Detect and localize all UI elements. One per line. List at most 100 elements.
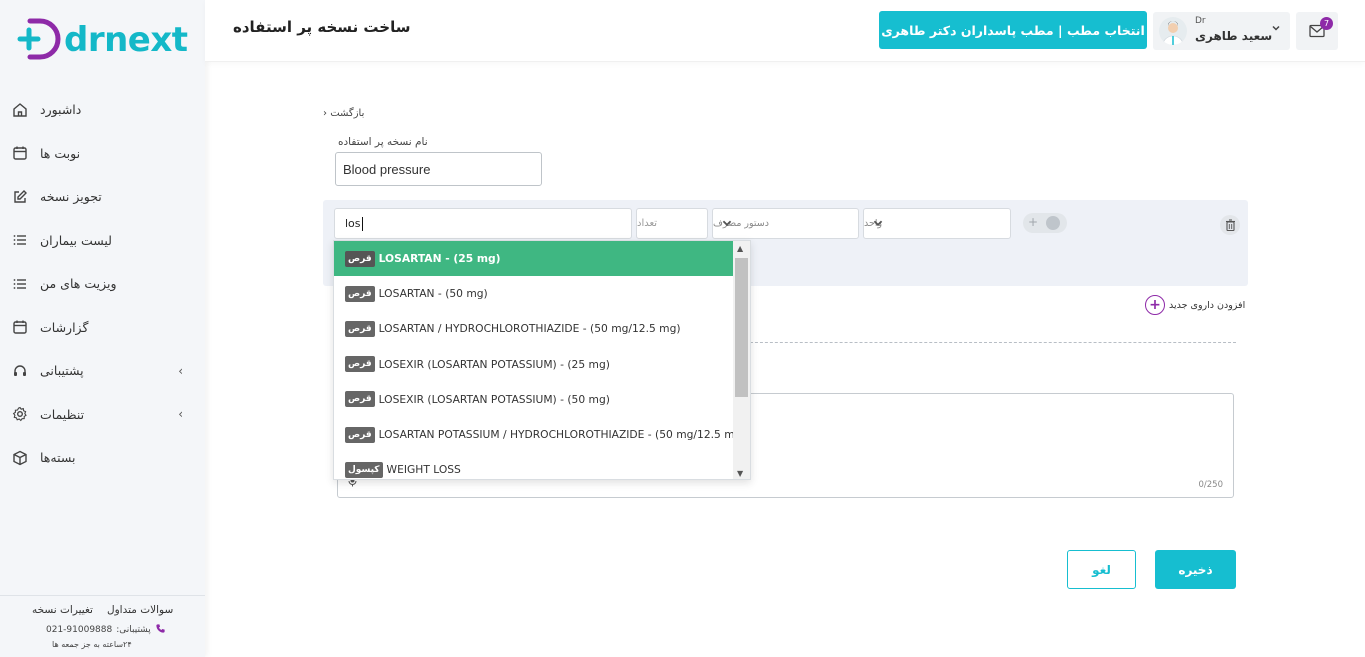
box-icon xyxy=(12,450,28,466)
sidebar-item-label: ویزیت های من xyxy=(40,276,117,292)
back-label: بازگشت xyxy=(330,108,365,119)
drug-name: LOSEXIR (LOSARTAN POTASSIUM) - (50 mg) xyxy=(378,392,610,406)
toggle-knob xyxy=(1046,216,1060,230)
drug-name: WEIGHT LOSS xyxy=(386,463,461,477)
add-drug-button[interactable]: + افزودن داروی جدید xyxy=(1145,295,1245,315)
drug-toggle[interactable]: + xyxy=(1023,213,1067,233)
dosage-form-badge: قرص xyxy=(345,285,375,302)
list-item[interactable]: قرص LOSEXIR (LOSARTAN POTASSIUM) - (25 mg… xyxy=(334,347,734,382)
sidebar-footer: سوالات متداول تغییرات نسخه 021-91009888 … xyxy=(0,595,205,657)
delete-drug-button[interactable] xyxy=(1220,215,1240,235)
home-icon xyxy=(12,102,28,118)
messages-button[interactable]: 7 xyxy=(1296,12,1338,50)
chevron-down-icon xyxy=(872,217,884,232)
chevron-left-icon: ‹ xyxy=(178,407,183,422)
list-item[interactable]: قرص LOSARTAN - (50 mg) xyxy=(334,276,734,311)
drug-name: LOSARTAN - (50 mg) xyxy=(378,287,488,301)
plus-icon: + xyxy=(1028,215,1039,229)
back-link[interactable]: بازگشت ‹ xyxy=(323,108,364,119)
dosage-form-badge: قرص xyxy=(345,426,375,443)
user-title: Dr xyxy=(1195,16,1206,26)
list-icon xyxy=(12,276,28,292)
top-header: ساخت نسخه پر استفاده انتخاب مطب | مطب پا… xyxy=(205,0,1365,62)
save-button[interactable]: ذخیره xyxy=(1155,550,1236,589)
sidebar-item-appointments[interactable]: نوبت ها xyxy=(0,132,205,176)
sidebar-item-label: گزارشات xyxy=(40,319,89,335)
logo-mark-icon xyxy=(17,18,61,60)
text-caret xyxy=(361,216,363,231)
app-root: drnext داشبورد نوبت ها تجویز نسخه لیست ب… xyxy=(0,0,1365,657)
sidebar: drnext داشبورد نوبت ها تجویز نسخه لیست ب… xyxy=(0,0,205,657)
list-item[interactable]: قرص LOSARTAN POTASSIUM / HYDROCHLOROTHIAZ… xyxy=(334,417,746,452)
support-hours: ۲۴ساعته به جز جمعه ها xyxy=(52,640,132,649)
chevron-down-icon xyxy=(1271,23,1281,36)
sidebar-item-prescribe[interactable]: تجویز نسخه xyxy=(0,175,205,219)
drug-search-value: los xyxy=(345,217,361,230)
char-counter: 0/250 xyxy=(1198,480,1224,490)
list-item[interactable]: قرص LOSARTAN / HYDROCHLOROTHIAZIDE - (50 … xyxy=(334,311,734,346)
drug-name: LOSARTAN - (25 mg) xyxy=(378,252,501,266)
drug-name: LOSEXIR (LOSARTAN POTASSIUM) - (25 mg) xyxy=(378,357,610,371)
gear-icon xyxy=(12,406,28,422)
footer-links: سوالات متداول تغییرات نسخه xyxy=(32,604,173,616)
phone-icon xyxy=(155,623,166,637)
changelog-link[interactable]: تغییرات نسخه xyxy=(32,604,93,616)
sidebar-item-my-visits[interactable]: ویزیت های من xyxy=(0,262,205,306)
add-drug-label: افزودن داروی جدید xyxy=(1169,299,1246,311)
select-clinic-button[interactable]: انتخاب مطب | مطب پاسداران دکتر طاهری xyxy=(879,11,1147,49)
dropdown-scrollbar[interactable]: ▲ ▼ xyxy=(733,241,750,479)
avatar xyxy=(1159,17,1187,45)
page-title: ساخت نسخه پر استفاده xyxy=(233,18,411,36)
sidebar-nav: داشبورد نوبت ها تجویز نسخه لیست بیماران xyxy=(0,88,205,480)
phone-number: 021-91009888 xyxy=(46,625,113,635)
faq-link[interactable]: سوالات متداول xyxy=(107,604,173,616)
plus-circle-icon: + xyxy=(1145,295,1165,315)
scroll-up-icon[interactable]: ▲ xyxy=(737,244,743,253)
sidebar-item-label: نوبت ها xyxy=(40,145,81,161)
chevron-down-icon xyxy=(721,217,733,232)
divider xyxy=(740,342,1236,343)
headset-icon xyxy=(12,363,28,379)
drug-search-input[interactable]: los xyxy=(334,208,632,239)
sidebar-item-label: پشتیبانی xyxy=(40,363,84,379)
support-phone: 021-91009888 :پشتیبانی xyxy=(46,623,166,637)
sidebar-item-settings[interactable]: تنظیمات ‹ xyxy=(0,393,205,437)
prescription-name-input[interactable]: Blood pressure xyxy=(335,152,542,186)
sidebar-item-reports[interactable]: گزارشات xyxy=(0,306,205,350)
drug-name: LOSARTAN POTASSIUM / HYDROCHLOROTHIAZIDE… xyxy=(378,428,746,442)
logo-text: drnext xyxy=(64,20,188,60)
usage-select[interactable]: دستور مصرف xyxy=(712,208,859,239)
dosage-form-badge: قرص xyxy=(345,356,375,373)
drnext-logo[interactable]: drnext xyxy=(16,14,196,66)
sidebar-item-label: تجویز نسخه xyxy=(40,189,102,205)
prescription-name-label: نام نسخه پر استفاده xyxy=(338,136,428,148)
list-item[interactable]: کپسول WEIGHT LOSS xyxy=(334,452,734,479)
drug-name: LOSARTAN / HYDROCHLOROTHIAZIDE - (50 mg/… xyxy=(378,322,681,336)
dosage-form-badge: قرص xyxy=(345,320,375,337)
notification-badge: 7 xyxy=(1320,17,1333,30)
scrollbar-thumb[interactable] xyxy=(735,258,748,397)
sidebar-item-label: لیست بیماران xyxy=(40,232,112,248)
phone-label: :پشتیبانی xyxy=(116,625,151,635)
list-icon xyxy=(12,232,28,248)
quantity-input[interactable]: تعداد xyxy=(636,208,708,239)
list-item[interactable]: قرص LOSARTAN - (25 mg) xyxy=(334,241,734,277)
unit-select[interactable]: واحد xyxy=(863,208,1011,239)
cancel-button[interactable]: لغو xyxy=(1067,550,1136,589)
user-name: سعید طاهری xyxy=(1195,29,1273,43)
user-menu[interactable]: Dr سعید طاهری xyxy=(1153,12,1290,50)
sidebar-item-patients[interactable]: لیست بیماران xyxy=(0,219,205,263)
sidebar-item-packages[interactable]: بسته‌ها xyxy=(0,436,205,480)
drug-autocomplete-list: قرص LOSARTAN - (25 mg) قرص LOSARTAN - (50 … xyxy=(333,240,751,480)
sidebar-item-label: تنظیمات xyxy=(40,406,85,422)
dosage-form-badge: کپسول xyxy=(345,461,383,478)
scroll-down-icon[interactable]: ▼ xyxy=(737,469,743,478)
edit-icon xyxy=(12,189,28,205)
sidebar-item-label: داشبورد xyxy=(40,102,82,118)
calendar-icon xyxy=(12,319,28,335)
trash-icon xyxy=(1225,219,1235,231)
sidebar-item-support[interactable]: پشتیبانی ‹ xyxy=(0,349,205,393)
list-item[interactable]: قرص LOSEXIR (LOSARTAN POTASSIUM) - (50 mg… xyxy=(334,382,734,417)
calendar-icon xyxy=(12,145,28,161)
sidebar-item-dashboard[interactable]: داشبورد xyxy=(0,88,205,132)
